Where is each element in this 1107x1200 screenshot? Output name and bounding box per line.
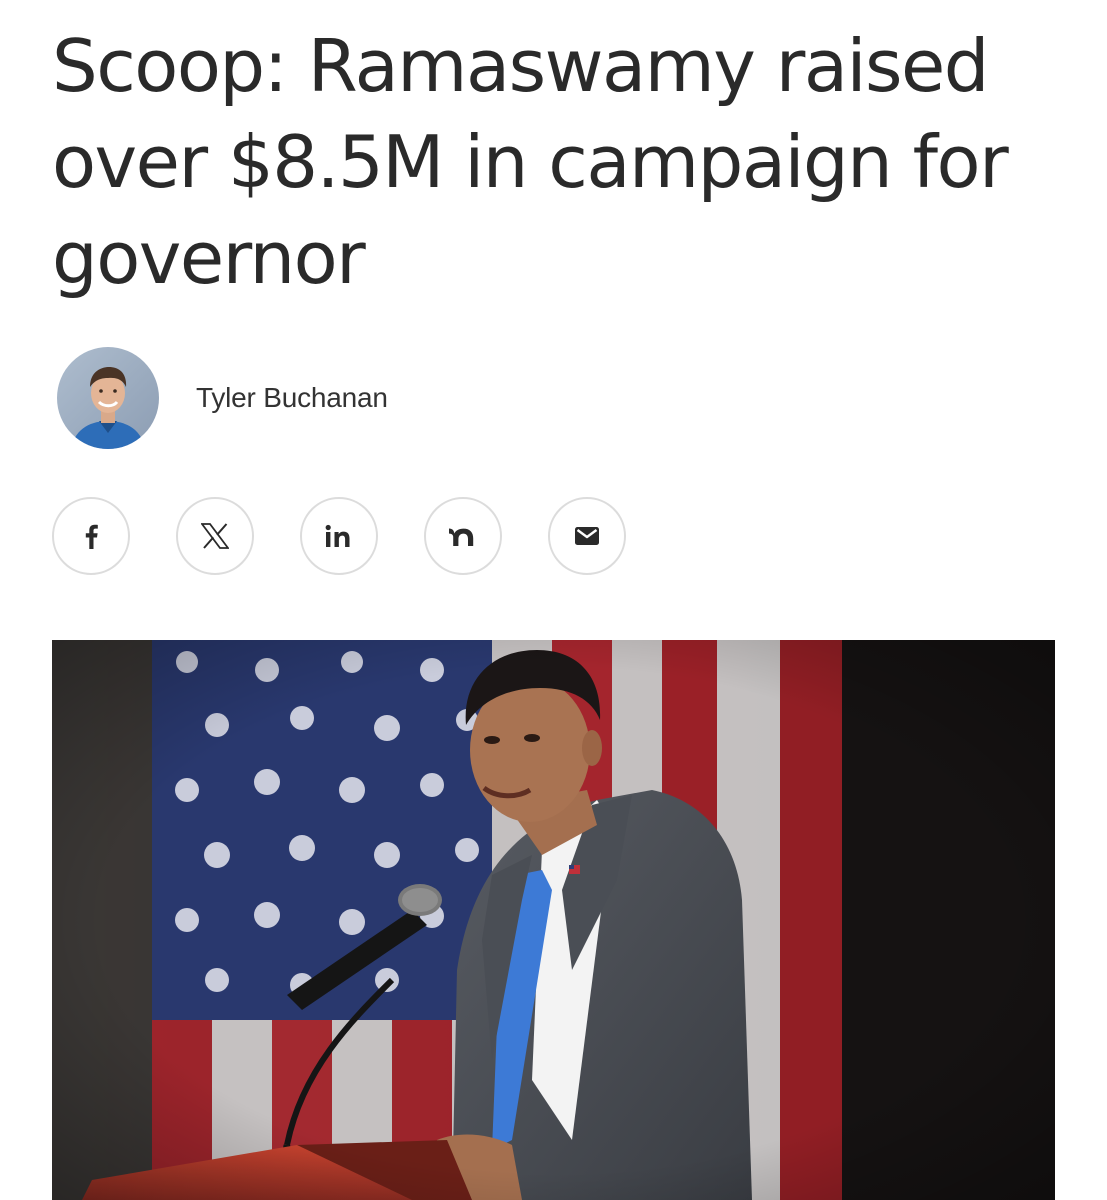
article-headline: Scoop: Ramaswamy raised over $8.5M in ca…	[52, 24, 1009, 300]
author-avatar[interactable]	[57, 347, 159, 449]
mail-icon	[574, 526, 600, 546]
share-linkedin-button[interactable]	[300, 497, 378, 575]
x-icon	[201, 523, 229, 549]
linkedin-icon	[325, 524, 353, 548]
share-nextdoor-button[interactable]	[424, 497, 502, 575]
share-facebook-button[interactable]	[52, 497, 130, 575]
nextdoor-icon	[448, 525, 478, 547]
hero-image	[52, 640, 1055, 1200]
share-toolbar	[52, 497, 672, 575]
facebook-icon	[83, 523, 99, 549]
share-x-button[interactable]	[176, 497, 254, 575]
speaker-at-podium-with-flag	[52, 640, 1055, 1200]
author-name[interactable]: Tyler Buchanan	[196, 382, 388, 414]
author-headshot	[57, 347, 159, 449]
share-email-button[interactable]	[548, 497, 626, 575]
byline: Tyler Buchanan	[57, 347, 388, 449]
